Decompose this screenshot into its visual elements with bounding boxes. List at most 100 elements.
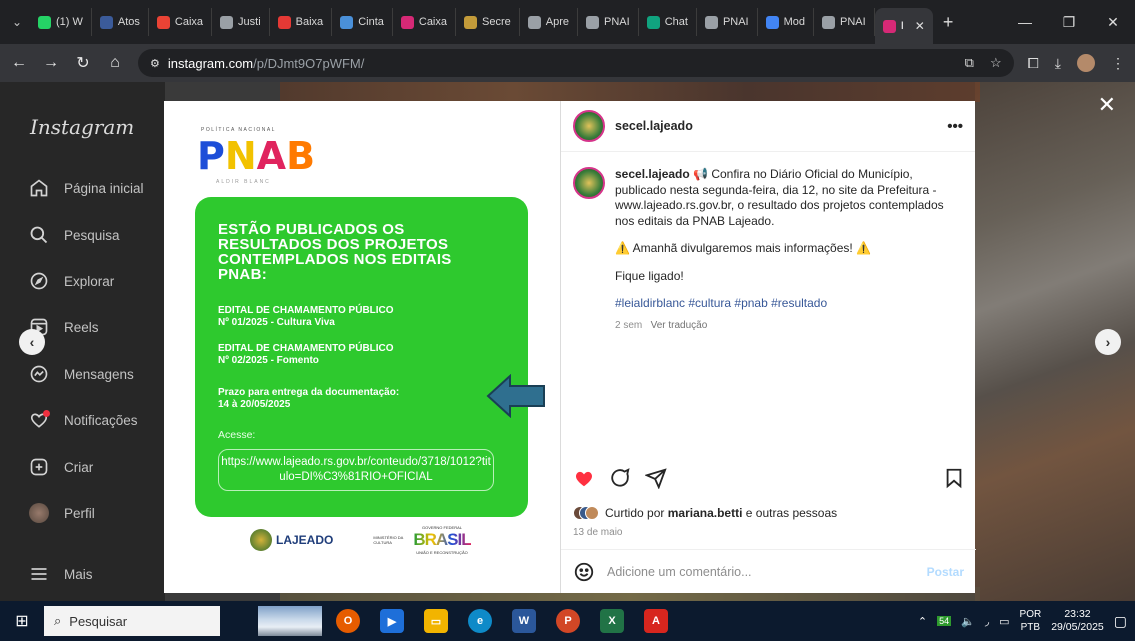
browser-tab[interactable]: Cinta [332,8,393,36]
uniao-label: UNIÃO E RECONSTRUÇÃO [416,550,468,555]
taskbar-search[interactable]: ⌕ Pesquisar [44,606,220,636]
windows-start-icon[interactable]: ⊞ [0,601,44,641]
browser-tab[interactable]: I ✕ [874,8,933,44]
browser-tab[interactable]: Mod [758,8,815,36]
previous-post-button[interactable]: ‹ [19,329,45,355]
system-tray: ⌃ 54 🔈 ◞ ▭ POR PTB 23:32 29/05/2025 ▢ [918,608,1135,634]
browser-tab[interactable]: Baixa [270,8,333,36]
forward-icon[interactable]: → [42,54,60,72]
browser-tab[interactable]: (1) W [30,8,92,36]
browser-tab[interactable]: Justi [212,8,270,36]
sidebar-item-profile[interactable]: Perfil [28,502,95,524]
bookmark-star-icon[interactable]: ☆ [990,55,1002,71]
tab-favicon-icon [765,15,779,29]
next-post-button[interactable]: › [1095,329,1121,355]
sidebar-item-notifications[interactable]: Notificações [28,409,138,431]
edge-icon[interactable]: e [468,609,492,633]
liked-by-suffix[interactable]: e outras pessoas [746,506,837,520]
announcement-title: ESTÃO PUBLICADOS OS RESULTADOS DOS PROJE… [218,221,452,283]
post-time-ago[interactable]: 2 sem [615,320,642,331]
chevron-up-icon[interactable]: ⌃ [918,615,927,628]
new-tab-button[interactable]: + [933,12,964,33]
site-info-icon[interactable]: ⚙ [150,57,160,70]
install-app-icon[interactable]: ⧉ [965,55,974,71]
likes-summary[interactable]: Curtido por mariana.betti e outras pesso… [573,506,837,520]
word-icon[interactable]: W [512,609,536,633]
sidebar-item-home[interactable]: Página inicial [28,177,144,199]
share-icon[interactable] [645,467,667,489]
media-player-icon[interactable]: ▶ [380,609,404,633]
notification-dot [43,410,50,417]
liked-by-prefix: Curtido por [605,506,665,520]
post-author-username[interactable]: secel.lajeado [615,119,693,133]
browser-tab[interactable]: Atos [92,8,149,36]
sidebar-item-more[interactable]: Mais [28,563,93,585]
tab-label: Baixa [295,16,324,28]
restore-button[interactable]: ❐ [1047,14,1091,31]
back-icon[interactable]: ← [10,54,28,72]
browser-tab[interactable]: Apre [520,8,578,36]
sidebar-item-explore[interactable]: Explorar [28,270,114,292]
close-icon[interactable]: ✕ [1098,92,1116,118]
browser-menu-icon[interactable]: ⋮ [1111,55,1125,72]
caption-username[interactable]: secel.lajeado [615,167,690,181]
heart-icon [28,409,50,431]
bookmark-icon[interactable] [943,467,965,489]
keyboard-icon[interactable]: ▭ [999,615,1009,628]
deadline-text: Prazo para entrega da documentação: 14 à… [218,387,400,410]
reload-icon[interactable]: ↻ [74,53,92,73]
extensions-icon[interactable]: ⧠ [1028,55,1039,72]
translate-link[interactable]: Ver tradução [651,320,708,331]
weather-widget[interactable] [258,606,322,636]
avatar[interactable] [573,110,605,142]
close-window-button[interactable]: ✕ [1091,14,1135,31]
emoji-icon[interactable] [573,561,595,583]
browser-tab[interactable]: PNAI [814,8,875,36]
like-heart-icon[interactable] [573,467,595,489]
comment-icon[interactable] [609,467,631,489]
browser-tab[interactable]: Caixa [393,8,456,36]
caption-hashtags[interactable]: #leialdirblanc #cultura #pnab #resultado [615,296,960,312]
file-explorer-icon[interactable]: ▭ [424,609,448,633]
url-path: /p/DJmt9O7pWFM/ [253,55,365,71]
browser-tab[interactable]: Caixa [149,8,213,36]
post-image: POLÍTICA NACIONAL P N A B ALDIR BLANC ES… [164,101,560,593]
close-tab-icon[interactable]: ✕ [915,19,925,33]
volume-icon[interactable]: 🔈 [961,615,975,628]
avatar[interactable] [573,167,605,199]
browser-tab[interactable]: PNAI [697,8,758,36]
browser-tab[interactable]: Chat [639,8,697,36]
home-button-icon[interactable]: ⌂ [106,54,124,72]
sidebar-item-label: Reels [64,319,99,335]
tab-search-icon[interactable]: ⌄ [4,10,30,34]
excel-icon[interactable]: X [600,609,624,633]
comment-input[interactable]: Adicione um comentário... [607,565,752,579]
address-bar[interactable]: ⚙ instagram.com/p/DJmt9O7pWFM/ ⧉ ☆ [138,49,1014,77]
opera-icon[interactable]: O [336,609,360,633]
browser-tab[interactable]: Secre [456,8,520,36]
sidebar-item-create[interactable]: Criar [28,456,93,478]
menu-icon [28,563,50,585]
browser-tab[interactable]: PNAI [578,8,639,36]
caption-meta: 2 sem Ver tradução [615,318,960,334]
post-comment-button[interactable]: Postar [927,565,964,579]
network-icon[interactable]: ◞ [985,615,989,628]
more-options-icon[interactable]: ••• [947,118,963,135]
ministry-label: MINISTÉRIO DA CULTURA [373,535,404,545]
instagram-logo[interactable]: Instagram [30,115,134,139]
sidebar-item-search[interactable]: Pesquisa [28,224,120,246]
minimize-button[interactable]: — [1003,14,1047,31]
liked-by-user[interactable]: mariana.betti [668,506,743,520]
language-indicator[interactable]: POR PTB [1020,608,1042,634]
sidebar-item-messages[interactable]: Mensagens [28,363,134,385]
notifications-icon[interactable]: ▢ [1114,613,1127,630]
download-icon[interactable]: ⤓ [1055,55,1061,72]
battery-app-icon[interactable]: 54 [937,616,952,626]
clock[interactable]: 23:32 29/05/2025 [1051,608,1104,634]
tab-strip: (1) W Atos Caixa Justi Baixa Cinta Caixa Secre A… [30,0,933,44]
caption-warning: ⚠️ Amanhã divulgaremos mais informações!… [615,241,871,255]
acrobat-icon[interactable]: A [644,609,668,633]
powerpoint-icon[interactable]: P [556,609,580,633]
sidebar-item-label: Página inicial [64,180,144,196]
profile-avatar[interactable] [1077,54,1095,72]
